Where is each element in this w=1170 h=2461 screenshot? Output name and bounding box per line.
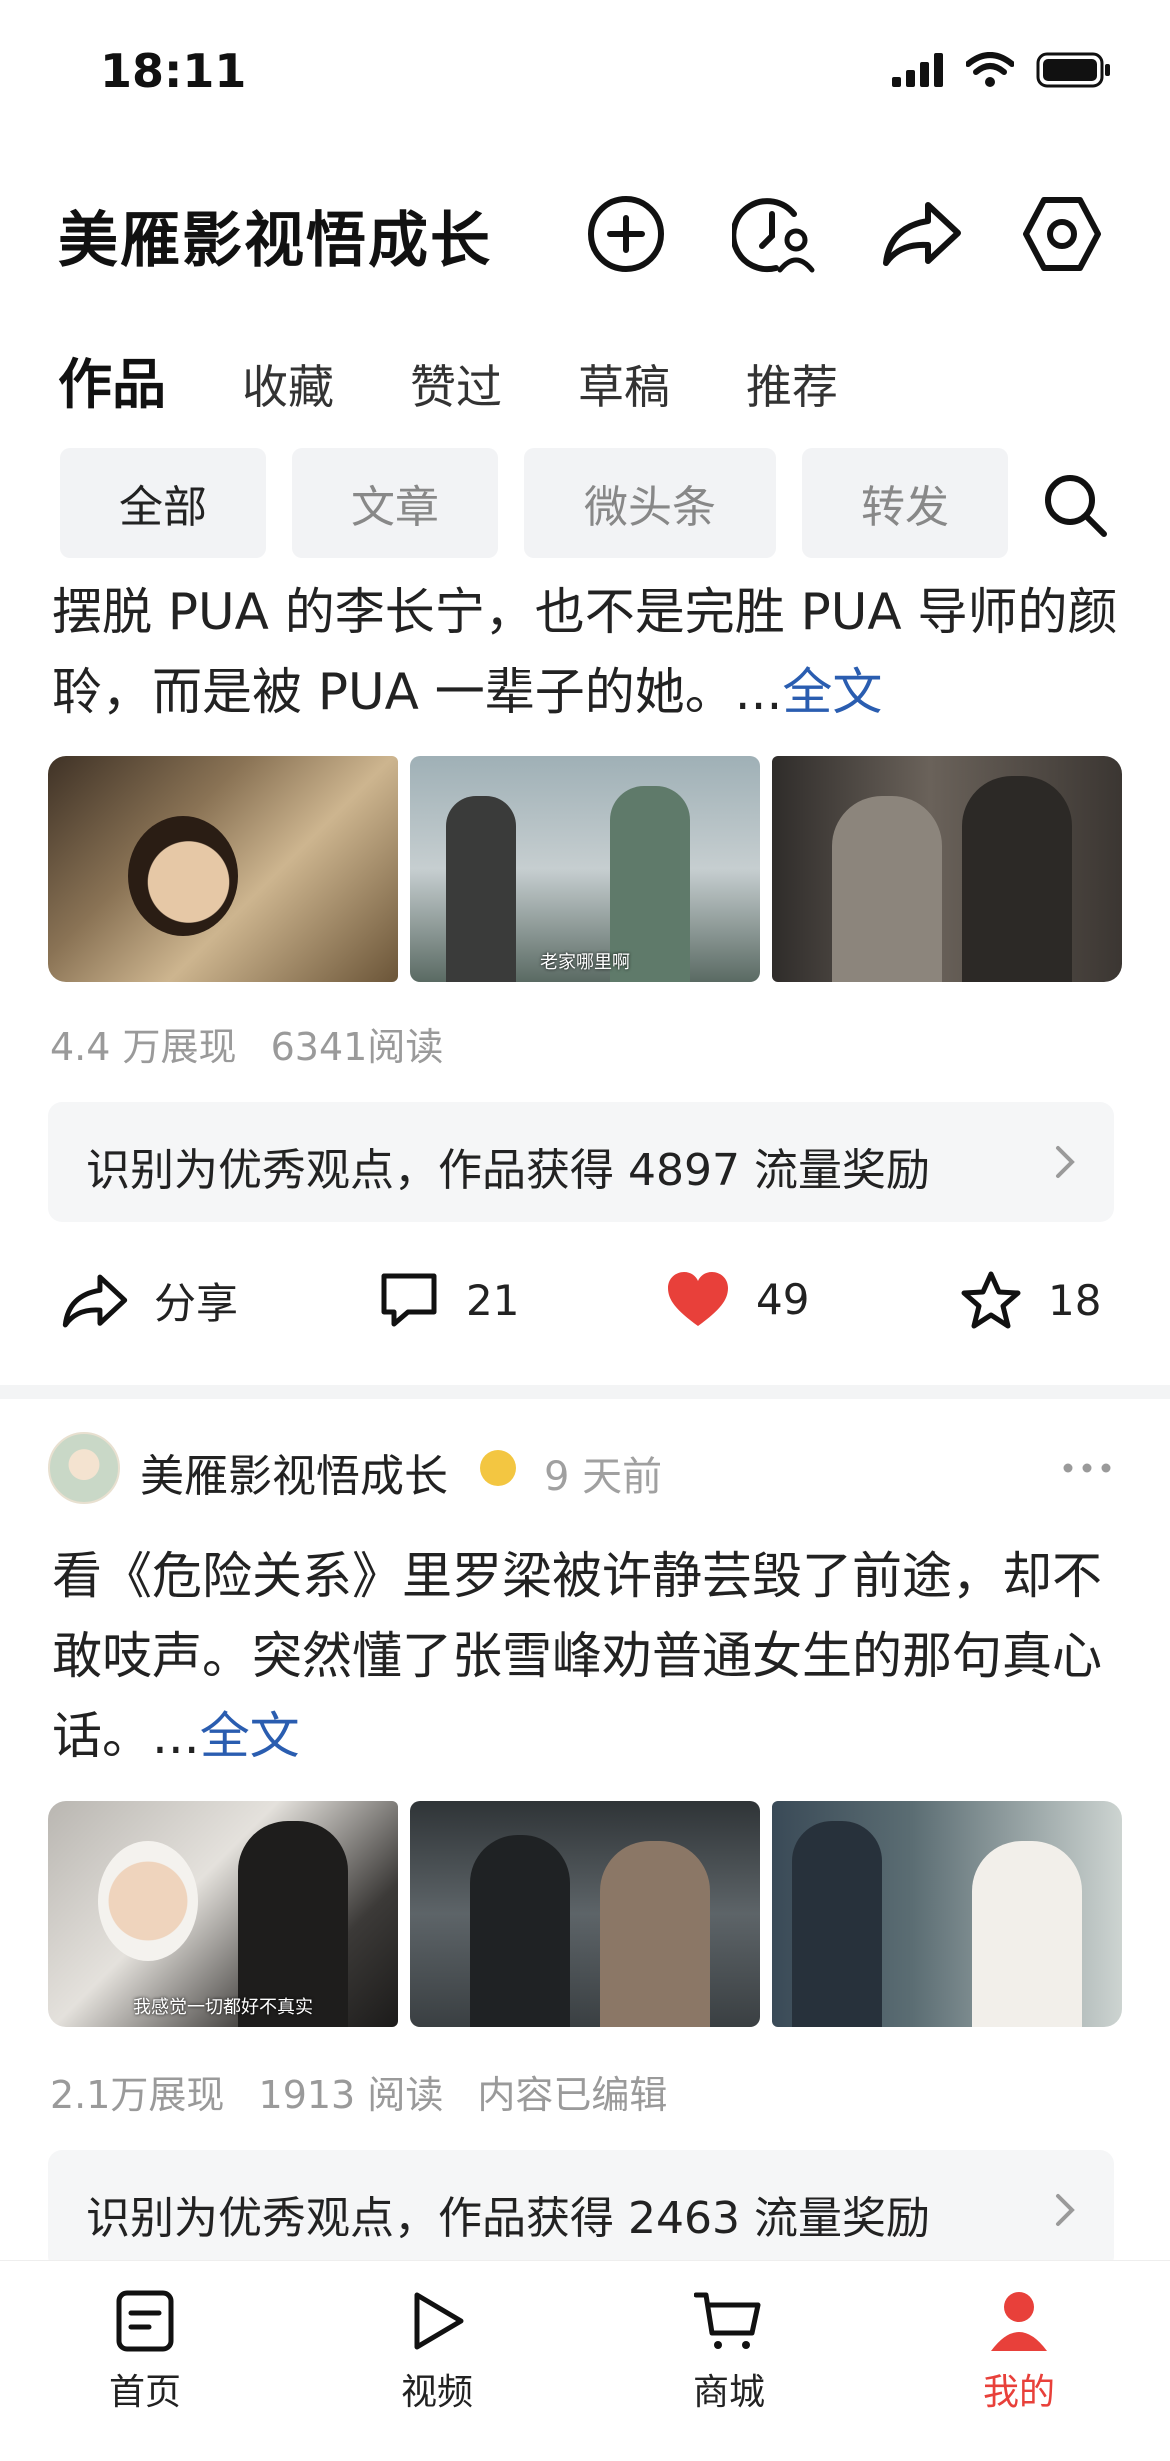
post-1-reward-banner[interactable]: 识别为优秀观点，作品获得 4897 流量奖励 bbox=[48, 1102, 1114, 1222]
post-2-stats: 2.1万展现 1913 阅读 内容已编辑 bbox=[50, 2064, 689, 2119]
filter-micro-posts[interactable]: 微头条 bbox=[524, 448, 776, 558]
like-count: 49 bbox=[756, 1274, 810, 1324]
wifi-icon bbox=[966, 52, 1014, 87]
post-1-body: 摆脱 PUA 的李长宁，也不是完胜 PUA 导师的颜聆，而是被 PUA 一辈子的… bbox=[52, 583, 1118, 721]
tab-works[interactable]: 作品 bbox=[58, 340, 166, 419]
post-2-image-2[interactable] bbox=[410, 1801, 760, 2027]
play-icon bbox=[414, 2292, 464, 2350]
clock-user-icon bbox=[732, 198, 815, 273]
post-2-read-more[interactable]: 全文 bbox=[200, 1707, 300, 1765]
profile-header: 美雁影视悟成长 bbox=[0, 170, 1170, 290]
post-2-views: 2.1万展现 bbox=[50, 2073, 225, 2117]
post-2-edited: 内容已编辑 bbox=[477, 2073, 668, 2117]
post-1-stats: 4.4 万展现 6341阅读 bbox=[50, 1016, 465, 1071]
user-icon bbox=[991, 2292, 1047, 2351]
post-2-text[interactable]: 看《危险关系》里罗梁被许静芸毁了前途，却不敢吱声。突然懂了张雪峰劝普通女生的那句… bbox=[52, 1536, 1122, 1776]
post-2-reward-banner[interactable]: 识别为优秀观点，作品获得 2463 流量奖励 bbox=[48, 2150, 1114, 2270]
post-2-image-1[interactable]: 我感觉一切都好不真实 bbox=[48, 1801, 398, 2027]
nav-home-label: 首页 bbox=[108, 2372, 181, 2413]
bottom-nav: 首页 视频 商城 我的 bbox=[0, 2260, 1170, 2461]
post-2-image-3[interactable] bbox=[772, 1801, 1122, 2027]
nav-mall[interactable]: 商城 bbox=[654, 2289, 804, 2415]
post-1-reward-text: 识别为优秀观点，作品获得 4897 流量奖励 bbox=[86, 1145, 930, 1196]
post-2-images: 我感觉一切都好不真实 bbox=[48, 1801, 1122, 2027]
filter-chips: 全部 文章 微头条 转发 bbox=[60, 448, 1034, 558]
post-1-reads: 6341阅读 bbox=[270, 1025, 444, 1069]
share-icon bbox=[62, 1274, 128, 1327]
more-options-icon[interactable] bbox=[1062, 1462, 1112, 1474]
comment-button[interactable]: 21 bbox=[378, 1270, 519, 1330]
favorite-button[interactable]: 18 bbox=[960, 1270, 1101, 1330]
page-title: 美雁影视悟成长 bbox=[58, 206, 492, 276]
nav-mall-label: 商城 bbox=[692, 2372, 765, 2413]
filter-all[interactable]: 全部 bbox=[60, 448, 266, 558]
settings-button[interactable] bbox=[1020, 192, 1104, 276]
visitor-button[interactable] bbox=[732, 192, 816, 276]
post-2-reward-text: 识别为优秀观点，作品获得 2463 流量奖励 bbox=[86, 2193, 930, 2244]
share-button[interactable]: 分享 bbox=[62, 1270, 238, 1331]
share-label: 分享 bbox=[154, 1279, 239, 1328]
post-1-image-1[interactable] bbox=[48, 756, 398, 982]
post-1-actions: 分享 21 49 18 bbox=[0, 1250, 1170, 1360]
tab-liked[interactable]: 赞过 bbox=[410, 351, 502, 417]
section-divider bbox=[0, 1385, 1170, 1399]
add-button[interactable] bbox=[584, 192, 668, 276]
signal-icon bbox=[892, 53, 943, 87]
filter-reposts[interactable]: 转发 bbox=[802, 448, 1008, 558]
status-time: 18:11 bbox=[100, 44, 247, 98]
tab-drafts[interactable]: 草稿 bbox=[578, 351, 670, 417]
post-1-read-more[interactable]: 全文 bbox=[782, 663, 882, 721]
nav-video[interactable]: 视频 bbox=[362, 2289, 512, 2415]
chevron-right-icon bbox=[1056, 2194, 1075, 2226]
filter-articles[interactable]: 文章 bbox=[292, 448, 498, 558]
share-icon bbox=[883, 202, 961, 266]
post-2-reads: 1913 阅读 bbox=[258, 2073, 444, 2117]
post-1-images: 老家哪里啊 bbox=[48, 756, 1122, 982]
battery-icon bbox=[1036, 52, 1110, 88]
comment-count: 21 bbox=[466, 1275, 520, 1325]
post-1-text[interactable]: 摆脱 PUA 的李长宁，也不是完胜 PUA 导师的颜聆，而是被 PUA 一辈子的… bbox=[52, 572, 1122, 732]
post-2-time: 9 天前 bbox=[544, 1454, 663, 1500]
status-bar: 18:11 bbox=[0, 0, 1170, 140]
heart-filled-icon bbox=[668, 1272, 728, 1326]
post-1-image-2-caption: 老家哪里啊 bbox=[540, 952, 630, 973]
post-1-image-3[interactable] bbox=[772, 756, 1122, 982]
nav-me[interactable]: 我的 bbox=[944, 2289, 1094, 2415]
post-1-image-2[interactable]: 老家哪里啊 bbox=[410, 756, 760, 982]
cart-icon bbox=[694, 2292, 761, 2349]
comment-icon bbox=[381, 1273, 437, 1327]
like-button[interactable]: 49 bbox=[666, 1270, 809, 1328]
verified-badge-icon bbox=[480, 1450, 516, 1486]
favorite-count: 18 bbox=[1048, 1275, 1102, 1325]
content-tabs: 作品 收藏 赞过 草稿 推荐 bbox=[58, 340, 914, 419]
search-button[interactable] bbox=[1040, 470, 1110, 540]
chevron-right-icon bbox=[1056, 1146, 1075, 1178]
post-2-author[interactable]: 美雁影视悟成长 bbox=[140, 1440, 448, 1504]
plus-circle-icon bbox=[588, 196, 664, 272]
share-profile-button[interactable] bbox=[880, 192, 964, 276]
nav-me-label: 我的 bbox=[982, 2372, 1055, 2413]
tab-favorites[interactable]: 收藏 bbox=[242, 351, 334, 417]
post-1-views: 4.4 万展现 bbox=[50, 1025, 237, 1069]
avatar[interactable] bbox=[48, 1432, 120, 1504]
settings-icon bbox=[1023, 197, 1101, 271]
nav-home[interactable]: 首页 bbox=[70, 2289, 220, 2415]
tab-recommended[interactable]: 推荐 bbox=[746, 351, 838, 417]
search-icon bbox=[1045, 475, 1107, 537]
post-2-author-row: 美雁影视悟成长 9 天前 bbox=[48, 1432, 1122, 1512]
star-icon bbox=[961, 1271, 1021, 1329]
status-icons bbox=[892, 52, 1112, 88]
home-doc-icon bbox=[116, 2290, 174, 2352]
post-2-image-1-caption: 我感觉一切都好不真实 bbox=[133, 1997, 313, 2018]
nav-video-label: 视频 bbox=[400, 2372, 473, 2413]
